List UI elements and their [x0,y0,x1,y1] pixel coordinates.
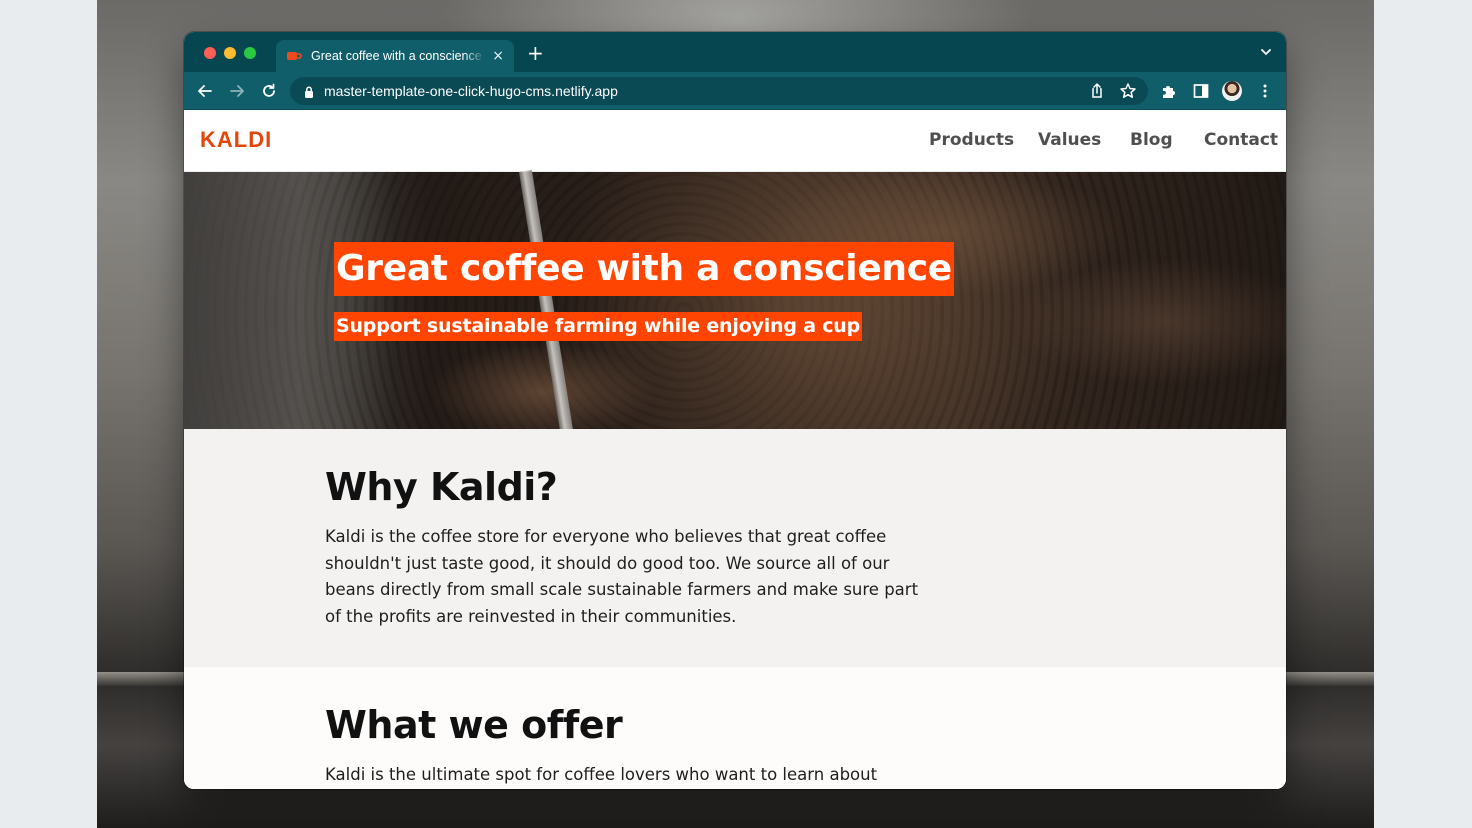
why-kaldi-line: of the profits are reinvested in their c… [325,606,737,626]
hero-banner: Great coffee with a conscience Support s… [184,169,1286,439]
side-panel-icon[interactable] [1192,82,1210,100]
what-we-offer-line: Kaldi is the ultimate spot for coffee lo… [325,765,878,784]
why-kaldi-line: beans directly from small scale sustaina… [325,580,919,600]
browser-toolbar: master-template-one-click-hugo-cms.netli… [184,72,1286,110]
share-icon[interactable] [1088,82,1106,100]
why-kaldi-heading: Why Kaldi? [325,465,558,509]
tab-title: Great coffee with a conscience [311,49,482,63]
close-window-button[interactable] [204,47,216,59]
what-we-offer-body: Kaldi is the ultimate spot for coffee lo… [325,762,905,789]
lock-icon[interactable] [302,84,316,98]
minimize-window-button[interactable] [224,47,236,59]
browser-window: Great coffee with a conscience × + maste… [184,32,1286,789]
puzzle-icon[interactable] [1160,82,1178,100]
web-page: KALDI Products Values Blog Contact Great… [184,110,1286,789]
what-we-offer-heading: What we offer [325,703,623,747]
hero-background-scoop [519,169,575,439]
what-we-offer-section: What we offer Kaldi is the ultimate spot… [184,667,1286,789]
forward-arrow-icon[interactable] [228,82,246,100]
tab-strip: Great coffee with a conscience × + [184,32,1286,72]
kaldi-logo[interactable]: KALDI [200,127,272,153]
kebab-menu-icon[interactable] [1256,82,1274,100]
nav-link-blog[interactable]: Blog [1130,130,1173,150]
tab-close-icon[interactable]: × [492,49,504,63]
hero-subtitle: Support sustainable farming while enjoyi… [334,312,863,341]
hero-background-jar [184,172,394,429]
why-kaldi-body: Kaldi is the coffee store for everyone w… [325,524,919,630]
coffee-cup-icon [286,48,302,64]
reload-icon[interactable] [260,82,278,100]
why-kaldi-line: Kaldi is the coffee store for everyone w… [325,527,887,546]
profile-avatar[interactable] [1222,81,1242,101]
why-kaldi-section: Why Kaldi? Kaldi is the coffee store for… [184,429,1286,667]
new-tab-button[interactable]: + [527,43,544,63]
address-bar[interactable]: master-template-one-click-hugo-cms.netli… [290,77,1148,105]
site-navbar: KALDI Products Values Blog Contact [184,110,1286,172]
back-arrow-icon[interactable] [196,82,214,100]
active-tab[interactable]: Great coffee with a conscience × [276,40,514,72]
zoom-window-button[interactable] [244,47,256,59]
star-icon[interactable] [1119,82,1137,100]
hero-title: Great coffee with a conscience [334,242,954,296]
nav-link-products[interactable]: Products [929,130,1014,150]
url-text[interactable]: master-template-one-click-hugo-cms.netli… [324,83,618,99]
chevron-down-icon[interactable] [1258,44,1274,60]
why-kaldi-line: shouldn't just taste good, it should do … [325,553,890,573]
nav-link-contact[interactable]: Contact [1204,130,1278,150]
nav-link-values[interactable]: Values [1038,130,1101,150]
